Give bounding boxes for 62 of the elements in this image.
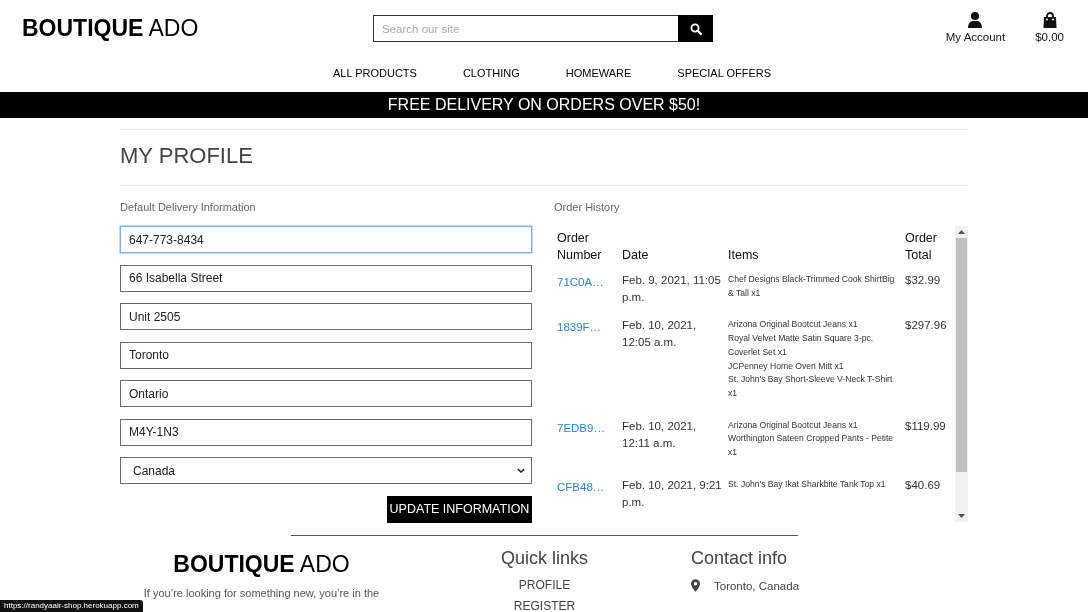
column-header: Date (621, 247, 650, 264)
table-cell-text: $297.96 (904, 318, 948, 334)
order-item: Arizona Original Bootcut Jeans x1 (728, 318, 859, 332)
user-icon (968, 12, 983, 28)
input-field[interactable]: Ontario (120, 380, 532, 407)
footer-heading: Quick links (501, 546, 588, 569)
contact-text: Toronto, Canada (714, 578, 800, 594)
input-field[interactable]: Unit 2505 (120, 303, 532, 330)
order-item: Arizona Original Bootcut Jeans x1 (728, 418, 859, 432)
column-header: Order Total (904, 230, 938, 264)
footer-heading: Contact info (691, 546, 788, 569)
shopping-bag-icon (1042, 12, 1057, 28)
nav-link[interactable]: HOMEWARE (565, 65, 632, 81)
table-cell-text: Feb. 9, 2021, 11:05 p.m. (621, 273, 722, 305)
table-cell-text: Feb. 10, 2021, 12:05 a.m. (621, 318, 698, 351)
input-field[interactable]: 647-773-8434 (120, 226, 532, 253)
table-cell-text: Feb. 10, 2021, 9:21 p.m. (621, 477, 723, 510)
order-item: St. John's Bay Short-Sleeve V-Neck T-Shirt x1 (728, 373, 894, 400)
country-select[interactable]: Canada (120, 457, 532, 484)
order-item: Worthington Sateen Cropped Pants - Petite x1 (728, 432, 895, 460)
account-link[interactable]: My Account (945, 12, 1006, 44)
nav-link[interactable]: ALL PRODUCTS (332, 65, 417, 81)
column-header: Items (727, 247, 760, 264)
input-field[interactable]: M4Y-1N3 (120, 418, 532, 446)
order-item: JCPenney Home Oven Mitt x1 (728, 359, 845, 373)
order-item: Chef Designs Black-Trimmed Cook ShirtBig & Tall x1 (728, 273, 896, 300)
chevron-down-icon (517, 468, 525, 473)
nav-link[interactable]: CLOTHING (462, 65, 520, 81)
table-cell-text: $40.69 (904, 477, 942, 493)
page-title: MY PROFILE (120, 142, 254, 170)
scroll-thumb[interactable] (956, 238, 967, 472)
table-cell-text: $32.99 (904, 273, 942, 288)
search-field[interactable]: Search our site (373, 15, 678, 42)
column-header: Order Number (556, 230, 603, 264)
footer-text: If you’re looking for something new, you’re in the (143, 585, 380, 601)
footer-logo[interactable]: BOUTIQUE ADO (173, 548, 350, 579)
search-icon (689, 22, 702, 35)
input-field[interactable]: 66 Isabella Street (120, 264, 532, 292)
map-marker-icon (691, 579, 700, 592)
footer-link[interactable]: REGISTER (513, 597, 576, 612)
promo-banner: FREE DELIVERY ON ORDERS OVER $50! (0, 92, 1088, 118)
order-link[interactable]: 1839F… (557, 319, 602, 337)
scroll-up-icon (958, 230, 965, 234)
order-link[interactable]: 7EDB9… (557, 419, 605, 437)
order-link[interactable]: CFB48… (557, 478, 605, 496)
section-heading: Order History (554, 200, 621, 214)
scroll-down-icon (958, 514, 965, 518)
site-logo[interactable]: BOUTIQUE ADO (22, 12, 199, 44)
search-button[interactable] (678, 15, 713, 42)
update-button[interactable]: UPDATE INFORMATION (387, 495, 532, 523)
order-item: St. John's Bay Ikat Sharkbite Tank Top x1 (728, 477, 887, 491)
cart-link[interactable]: $0.00 (1035, 12, 1064, 44)
table-cell-text: $119.99 (904, 418, 947, 434)
table-cell-text: Feb. 10, 2021, 12:11 a.m. (621, 418, 698, 451)
order-link[interactable]: 71C0A… (557, 274, 604, 291)
scrollbar[interactable] (955, 226, 968, 522)
footer-link[interactable]: PROFILE (518, 576, 571, 593)
nav-link[interactable]: SPECIAL OFFERS (677, 65, 772, 81)
order-item: Royal Velvet Matte Satin Square 3-pc. Coverlet Set x1 (728, 332, 875, 359)
section-heading: Default Delivery Information (120, 200, 257, 214)
status-url: https://randyaair-shop.herokuapp.com (0, 600, 143, 612)
input-field[interactable]: Toronto (120, 341, 532, 369)
